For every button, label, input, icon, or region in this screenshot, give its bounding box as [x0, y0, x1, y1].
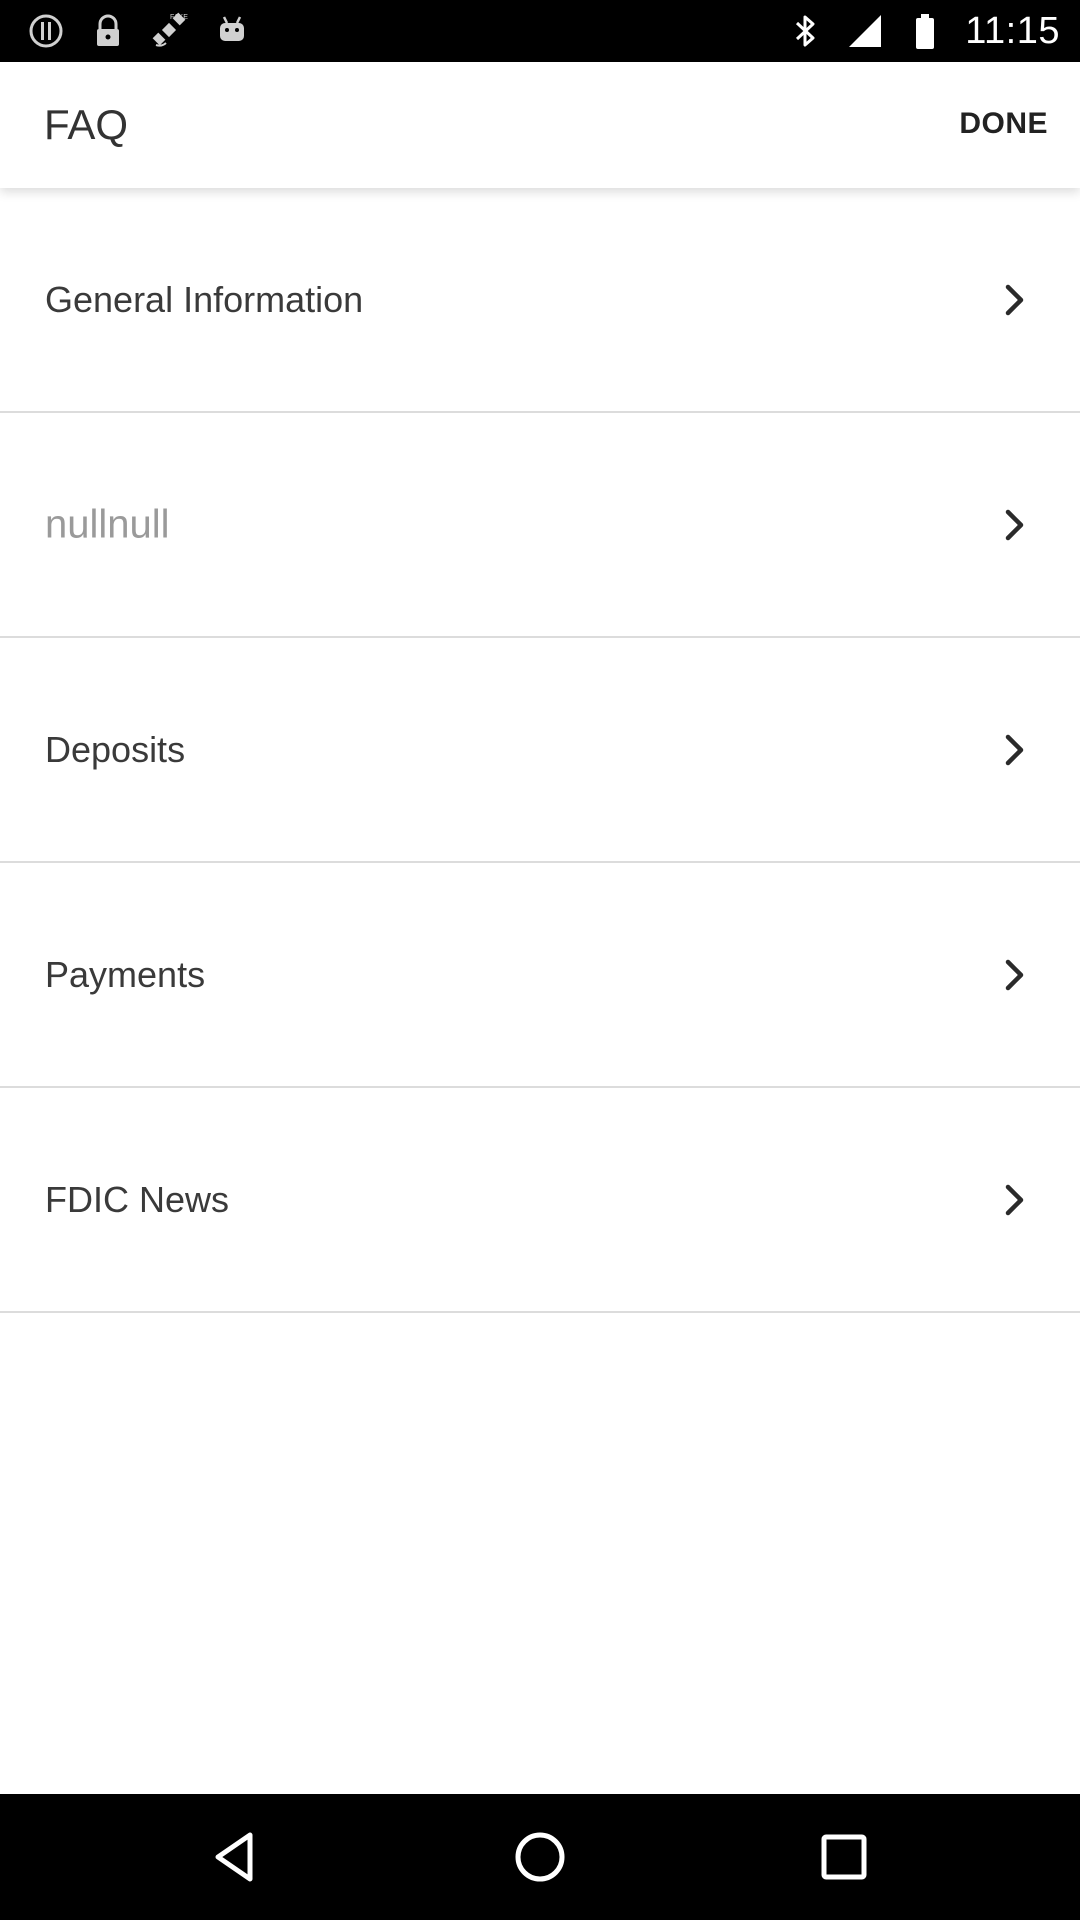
lock-icon [97, 14, 119, 46]
faq-item-label: Payments [45, 953, 206, 995]
page-title: FAQ [44, 101, 129, 148]
android-icon [220, 16, 244, 41]
faq-item-label: General Information [45, 278, 364, 320]
bluetooth-icon [796, 15, 815, 47]
status-right-icons: 11:15 [785, 10, 1060, 52]
home-icon[interactable] [510, 1827, 570, 1887]
battery-icon [916, 14, 935, 49]
faq-item-general-information[interactable]: General Information [0, 188, 1080, 413]
faq-item-fdic-news[interactable]: FDIC News [0, 1088, 1080, 1313]
signal-icon [849, 15, 882, 47]
status-bar: FAKE 11:15 [0, 0, 1080, 62]
chevron-right-icon [1005, 959, 1024, 990]
status-left-icons: FAKE [26, 10, 252, 52]
svg-text:FAKE: FAKE [170, 14, 188, 21]
chevron-right-icon [1005, 1184, 1024, 1215]
done-button[interactable]: DONE [959, 104, 1048, 144]
recents-icon[interactable] [814, 1827, 874, 1887]
alert-icon [29, 14, 63, 48]
faq-item-label: Deposits [45, 728, 186, 770]
chevron-right-icon [1005, 734, 1024, 765]
faq-item-nullnull[interactable]: nullnull [0, 413, 1080, 638]
chevron-right-icon [1005, 284, 1024, 315]
back-icon[interactable] [206, 1827, 266, 1887]
faq-item-payments[interactable]: Payments [0, 863, 1080, 1088]
app-bar: FAQ DONE [0, 62, 1080, 188]
navigation-bar [0, 1794, 1080, 1920]
faq-item-deposits[interactable]: Deposits [0, 638, 1080, 863]
faq-item-label: nullnull [45, 502, 170, 546]
faq-item-label: FDIC News [45, 1178, 230, 1220]
chevron-right-icon [1005, 509, 1024, 540]
fake-gps-icon: FAKE [152, 12, 188, 47]
faq-list: General Information nullnull Deposits Pa… [0, 188, 1080, 1313]
status-time: 11:15 [965, 9, 1060, 52]
